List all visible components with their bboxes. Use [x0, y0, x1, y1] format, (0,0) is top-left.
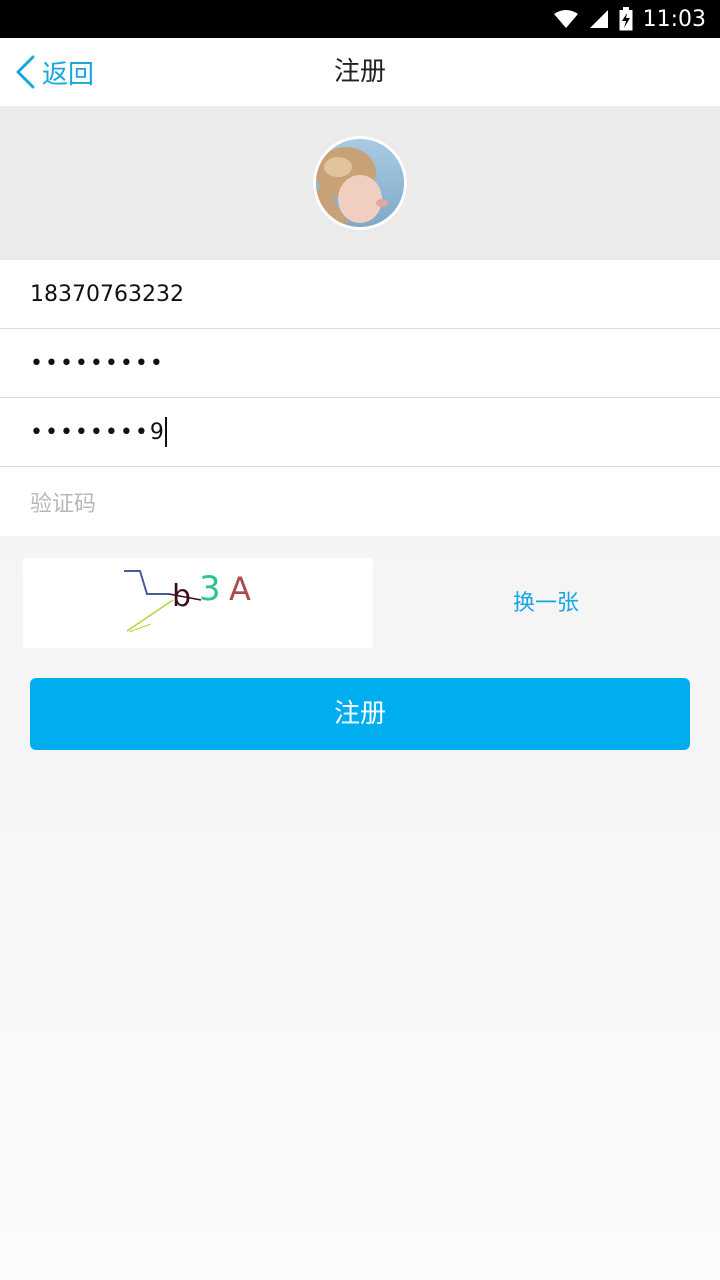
page-title: 注册 [333, 57, 386, 87]
refresh-captcha-link[interactable]: 换一张 [470, 583, 622, 625]
captcha-image[interactable]: b 3 A [23, 558, 373, 648]
captcha-char-3: A [229, 570, 251, 608]
chevron-left-icon [16, 55, 35, 89]
phone-value: 18370763232 [30, 281, 184, 307]
captcha-field[interactable]: 验证码 [0, 467, 720, 536]
captcha-char-1: b [172, 579, 191, 614]
password-mask: ••••••••• [30, 350, 165, 376]
confirm-password-mask: •••••••• [30, 419, 150, 445]
avatar-area [0, 106, 720, 260]
captcha-char-2: 3 [199, 569, 221, 609]
clock: 11:03 [642, 6, 706, 32]
text-caret [164, 417, 167, 447]
back-label: 返回 [42, 59, 95, 90]
avatar[interactable] [313, 136, 407, 230]
battery-charging-icon [619, 7, 633, 31]
status-icons: 11:03 [553, 0, 706, 38]
cell-signal-icon [589, 10, 608, 28]
captcha-drawing: b 3 A [124, 569, 251, 633]
wifi-icon [553, 10, 578, 28]
register-button[interactable]: 注册 [30, 678, 690, 750]
avatar-image [316, 139, 404, 227]
password-field[interactable]: ••••••••• [0, 329, 720, 398]
app-header: 返回 注册 [0, 38, 720, 106]
confirm-password-last-char: 9 [149, 419, 164, 445]
phone-field[interactable]: 18370763232 [0, 260, 720, 329]
captcha-placeholder: 验证码 [30, 491, 97, 517]
back-button[interactable]: 返回 [14, 38, 94, 106]
status-bar: 11:03 [0, 0, 720, 38]
confirm-password-field[interactable]: •••••••• 9 [0, 398, 720, 467]
register-form: 18370763232 ••••••••• •••••••• 9 验证码 [0, 260, 720, 536]
